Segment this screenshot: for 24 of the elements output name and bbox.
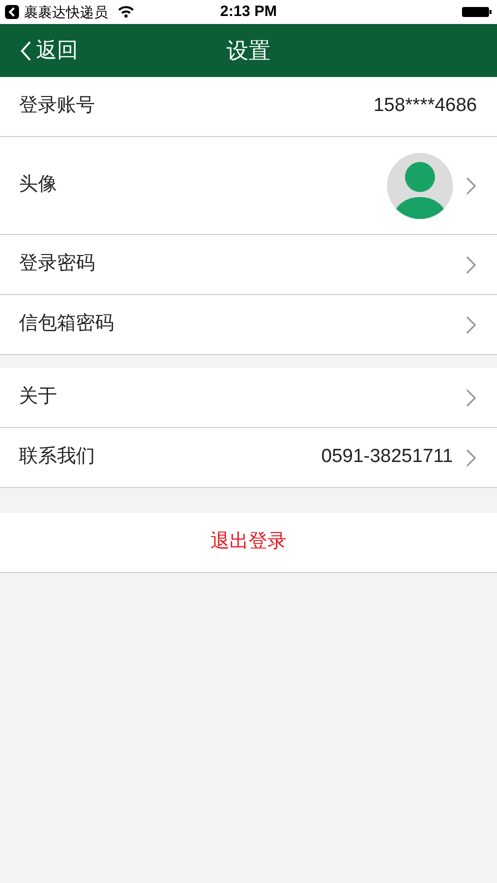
row-label: 头像 [19,173,57,198]
back-app-label[interactable]: 裹裹达快递员 [24,2,108,22]
row-label: 联系我们 [19,445,95,470]
row-label: 登录密码 [19,252,95,276]
back-app-icon [5,5,19,19]
settings-row[interactable]: 联系我们 0591-38251711 [0,428,497,488]
wifi-icon [118,6,134,18]
row-value: 158****4686 [373,94,477,118]
battery-icon [462,6,492,18]
status-time: 2:13 PM [220,2,277,22]
settings-row[interactable]: 关于 [0,368,497,428]
row-label: 信包箱密码 [19,312,114,336]
back-button[interactable]: 返回 [20,34,78,66]
logout-button[interactable]: 退出登录 [0,513,497,573]
settings-row[interactable]: 信包箱密码 [0,295,497,355]
row-label: 登录账号 [19,94,95,118]
settings-row[interactable]: 头像 [0,137,497,235]
row-label: 关于 [19,385,57,410]
row-value: 0591-38251711 [321,445,453,470]
page-title: 设置 [226,37,270,65]
settings-row[interactable]: 登录账号 158****4686 [0,77,497,137]
avatar-icon [387,152,453,218]
settings-row[interactable]: 登录密码 [0,235,497,295]
back-icon [20,40,32,62]
